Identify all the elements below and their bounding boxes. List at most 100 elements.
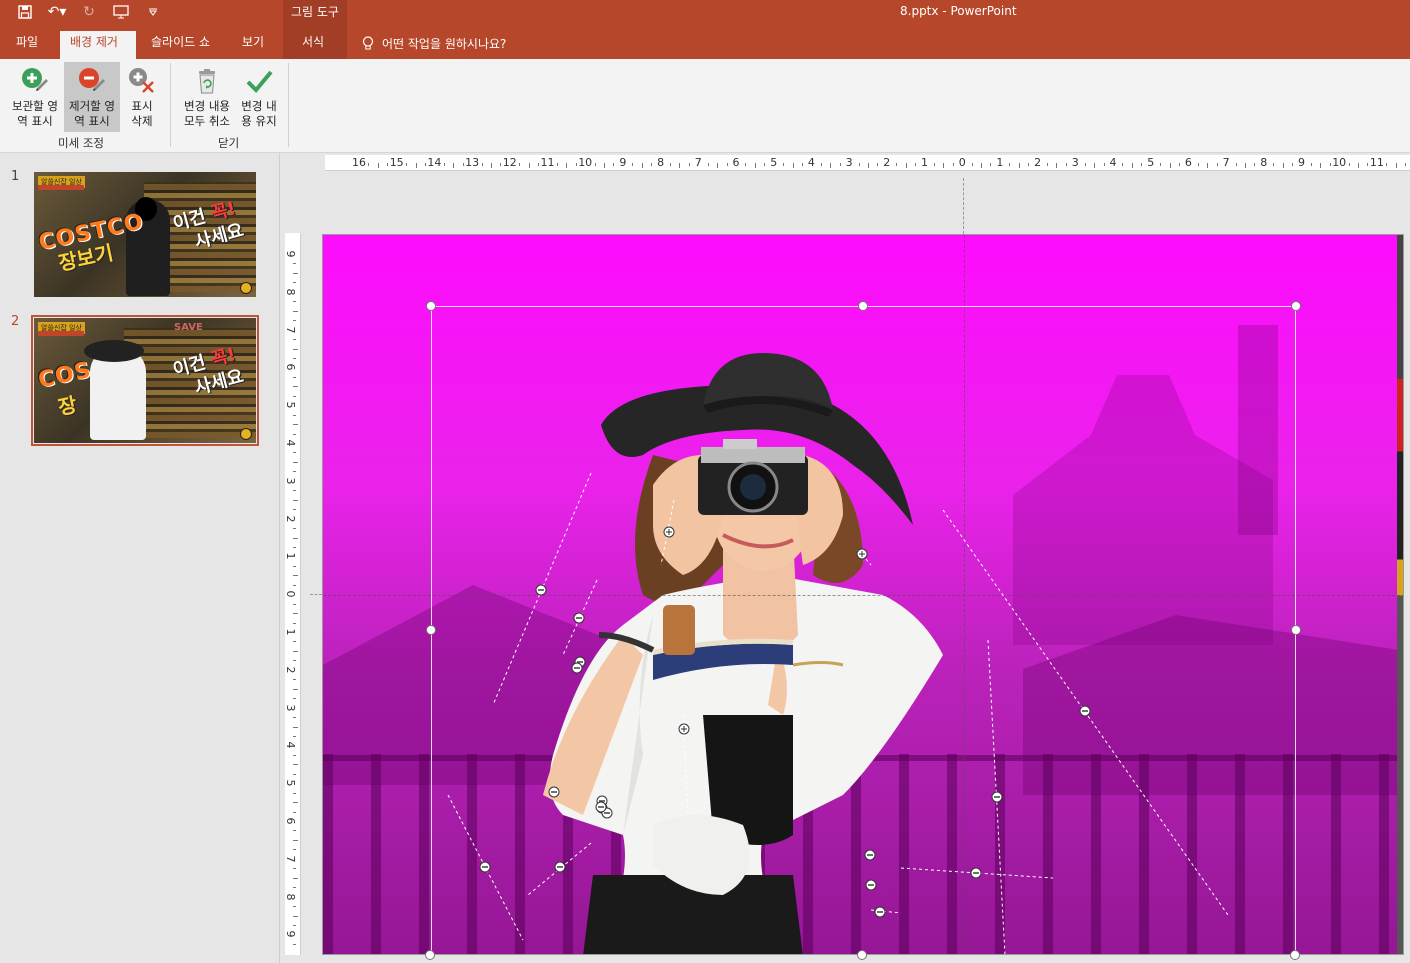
ruler-tick <box>679 163 681 168</box>
ruler-tick <box>905 163 907 168</box>
delete-mark-button[interactable]: 표시 삭제 <box>121 62 163 132</box>
slide-canvas[interactable] <box>322 234 1404 955</box>
tab-slide-show[interactable]: 슬라이드 쇼 <box>141 31 220 59</box>
resize-handle-bottom[interactable] <box>857 950 867 960</box>
ruler-number: 5 <box>1147 156 1155 169</box>
tab-file[interactable]: 파일 <box>6 31 48 59</box>
keep-label: 변경 내 용 유지 <box>241 99 277 128</box>
resize-handle-left[interactable] <box>426 625 436 635</box>
resize-handle-top-right[interactable] <box>1291 301 1301 311</box>
horizontal-guide[interactable] <box>310 594 322 595</box>
ruler-tick <box>1405 163 1407 166</box>
tab-view[interactable]: 보기 <box>232 31 274 59</box>
ruler-number: 9 <box>619 156 627 169</box>
group-divider <box>170 63 171 147</box>
ruler-tick <box>293 773 296 775</box>
lightbulb-icon <box>362 36 374 50</box>
ruler-tick <box>1065 163 1067 166</box>
ruler-number: 7 <box>284 855 297 863</box>
discard-all-changes-button[interactable]: 변경 내용 모두 취소 <box>178 62 236 132</box>
resize-handle-bottom-right[interactable] <box>1290 950 1300 960</box>
ruler-tick <box>424 163 426 166</box>
ruler-tick <box>490 163 492 168</box>
ruler-tick <box>293 650 298 652</box>
ruler-number: 9 <box>284 250 297 258</box>
ruler-tick <box>1178 163 1180 166</box>
checkmark-icon <box>246 70 273 93</box>
ruler-tick <box>1244 163 1246 168</box>
ruler-tick <box>1273 163 1275 166</box>
ruler-number: 3 <box>284 477 297 485</box>
ruler-number: 11 <box>1369 156 1384 169</box>
ruler-tick <box>293 528 296 530</box>
save-icon[interactable] <box>14 3 36 21</box>
ruler-tick <box>594 163 596 166</box>
ruler-tick <box>293 887 296 889</box>
ruler-tick <box>971 163 973 166</box>
customize-qat-icon[interactable] <box>142 3 164 21</box>
ruler-tick <box>1141 163 1143 166</box>
vertical-guide[interactable] <box>963 178 964 234</box>
mark-remove-label: 제거할 영 역 표시 <box>69 99 115 128</box>
presentation-start-icon[interactable] <box>110 3 132 21</box>
ruler-tick <box>830 163 832 168</box>
ruler-tick <box>377 163 379 168</box>
mark-areas-to-remove-button[interactable]: 제거할 영 역 표시 <box>64 62 120 132</box>
ruler-tick <box>1216 163 1218 166</box>
delete-mark-label: 표시 삭제 <box>131 99 153 128</box>
ruler-number: 0 <box>284 590 297 598</box>
ruler-tick <box>293 792 296 794</box>
ruler-tick <box>500 163 502 166</box>
ruler-number: 2 <box>883 156 891 169</box>
ruler-tick <box>462 163 464 166</box>
mark-areas-to-keep-button[interactable]: 보관할 영 역 표시 <box>7 62 63 132</box>
ruler-tick <box>915 163 917 166</box>
resize-handle-top-left[interactable] <box>426 301 436 311</box>
ruler-tick <box>293 679 296 681</box>
group-label-refine: 미세 조정 <box>58 136 104 150</box>
undo-icon[interactable]: ↶▾ <box>46 3 68 21</box>
ribbon: 보관할 영 역 표시 제거할 영 역 표시 표시 삭제 미세 조정 변경 내용 … <box>0 59 1410 153</box>
ruler-tick <box>293 490 296 492</box>
ruler-tick <box>293 414 296 416</box>
ruler-tick <box>293 395 296 397</box>
ruler-tick <box>293 868 296 870</box>
resize-handle-top[interactable] <box>858 301 868 311</box>
ruler-number: 13 <box>465 156 480 169</box>
horizontal-ruler[interactable]: 16 15 14 13 12 11 10 9 8 7 6 5 4 3 2 1 0 1 2 3 4 5 6 7 8 9 10 11 <box>325 155 1410 171</box>
vertical-ruler[interactable]: 9 8 7 6 5 4 3 2 1 0 1 2 3 4 5 6 7 8 9 <box>284 233 301 955</box>
ruler-tick <box>1122 163 1124 166</box>
resize-handle-bottom-left[interactable] <box>425 950 435 960</box>
ruler-tick <box>293 509 296 511</box>
ruler-tick <box>754 163 756 168</box>
window-title: 8.pptx - PowerPoint <box>900 4 1017 18</box>
ruler-number: 3 <box>845 156 853 169</box>
ruler-number: 7 <box>694 156 702 169</box>
tell-me-box[interactable]: 어떤 작업을 원하시나요? <box>362 35 506 52</box>
resize-handle-right[interactable] <box>1291 625 1301 635</box>
tab-format[interactable]: 서식 <box>292 31 334 59</box>
ruler-tick <box>1094 163 1096 168</box>
ruler-tick <box>293 906 296 908</box>
ruler-number: 9 <box>1298 156 1305 169</box>
ruler-tick <box>792 163 794 168</box>
ruler-tick <box>293 357 296 359</box>
slide-thumbnail-1[interactable]: 알쓸신잡 일상 COSTCO 장보기 이건 꼭! 사세요 <box>34 172 256 297</box>
keep-changes-button[interactable]: 변경 내 용 유지 <box>236 62 282 132</box>
ruler-tick <box>651 163 653 166</box>
keep-region-rectangle[interactable] <box>431 306 1296 954</box>
ruler-number: 7 <box>1222 156 1230 169</box>
slide-thumbnail-2[interactable]: SAVE 알쓸신잡 일상 COS 장 이건 꼭! 사세요 <box>31 315 259 446</box>
ruler-tick <box>1207 163 1209 168</box>
ruler-tick <box>293 754 296 756</box>
ruler-tick <box>1028 163 1030 166</box>
ruler-tick <box>613 163 615 166</box>
ruler-tick <box>387 163 389 166</box>
ruler-number: 9 <box>284 930 297 938</box>
tab-background-removal[interactable]: 배경 제거 <box>60 31 136 59</box>
redo-icon[interactable]: ↻ <box>78 3 100 21</box>
ruler-tick <box>641 163 643 168</box>
ruler-tick <box>293 386 298 388</box>
ruler-number: 11 <box>540 156 555 169</box>
ruler-tick <box>1169 163 1171 168</box>
